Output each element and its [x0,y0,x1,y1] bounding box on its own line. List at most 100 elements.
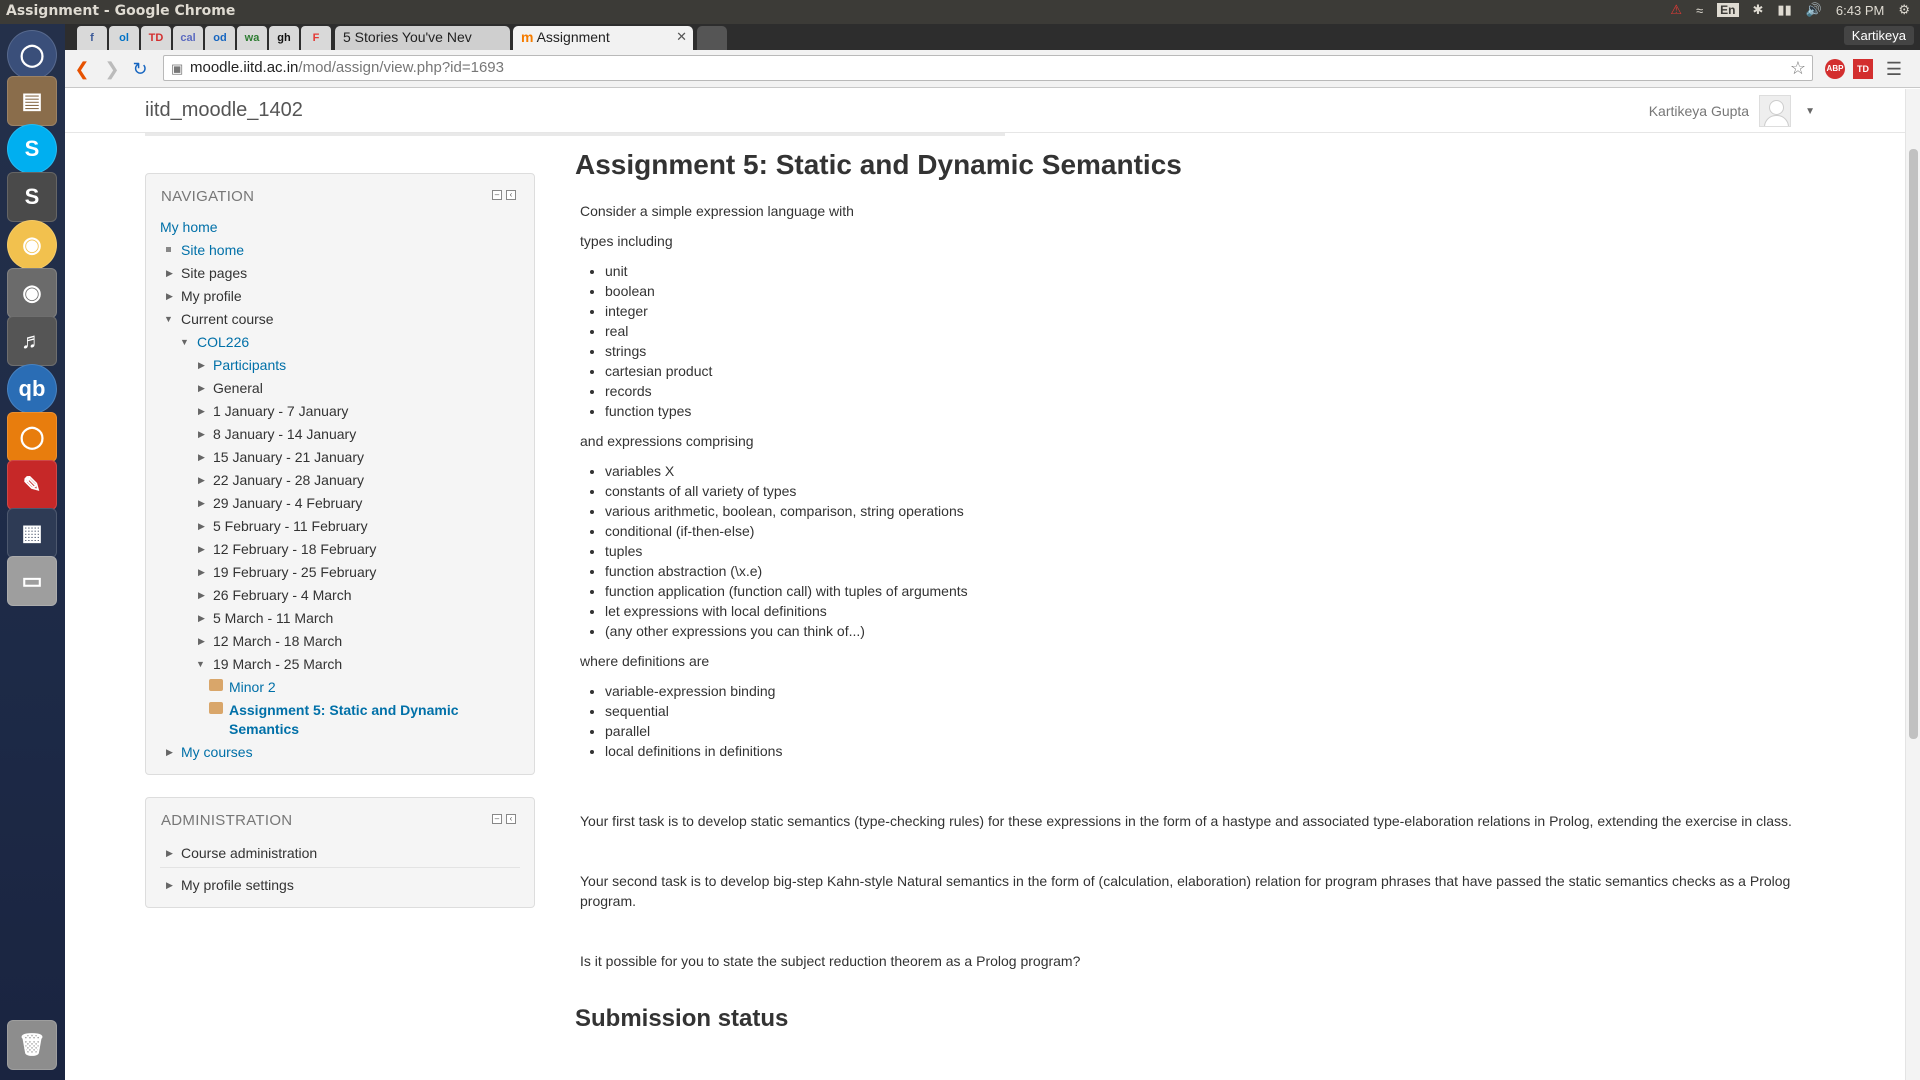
todoist-extension-icon[interactable]: TD [1853,59,1873,79]
address-bar[interactable]: ▣ moodle.iitd.ac.in/mod/assign/view.php?… [163,55,1813,81]
list-item: parallel [605,721,782,741]
back-icon[interactable]: ❮ [71,58,93,80]
nav-item-col226[interactable]: ▼ COL226 [146,331,534,354]
list-item: variables X [605,461,968,481]
unity-launcher: ◯ ▤ S S ◉ ◉ ♬ qb ◯ ✎ ▦ ▭ 🗑 [0,24,65,1080]
rhythmbox-icon[interactable]: ◉ [7,268,57,318]
battery-icon[interactable]: ▮▮ [1777,2,1791,18]
nav-item-assignment-5[interactable]: Assignment 5: Static and Dynamic Semanti… [146,699,534,741]
nav-item-minor-2[interactable]: Minor 2 [146,676,534,699]
minimize-icon[interactable]: – [492,814,502,824]
close-tab-icon[interactable]: ✕ [676,29,687,45]
question-paragraph: Is it possible for you to state the subj… [580,953,1081,969]
minimize-icon[interactable]: – [492,190,502,200]
page-info-icon[interactable]: ▣ [171,61,183,77]
scrollbar-thumb[interactable] [1909,149,1918,739]
page-scrollbar[interactable] [1905,89,1920,1080]
expand-arrow-icon: ▶ [166,291,173,301]
admin-item-my-profile-settings[interactable]: ▶ My profile settings [146,874,534,897]
nav-item-section[interactable]: ▶ 19 February - 25 February [146,561,534,584]
pinned-tab-outlook[interactable]: ol [109,26,139,50]
workspace-switcher-icon[interactable]: ▦ [7,508,57,558]
system-top-panel: Assignment - Google Chrome ⚠ ≈ En ✱ ▮▮ 🔊… [0,0,1920,24]
list-item: boolean [605,281,712,301]
adblock-icon[interactable]: ABP [1825,59,1845,79]
profile-badge[interactable]: Kartikeya [1843,26,1914,45]
warning-icon[interactable]: ⚠ [1670,2,1682,18]
bookmark-star-icon[interactable]: ☆ [1790,58,1806,79]
trash-icon[interactable]: 🗑 [7,1020,57,1070]
pinned-tab-onedrive[interactable]: od [205,26,235,50]
nav-item-participants[interactable]: ▶ Participants [146,354,534,377]
skype-icon[interactable]: S [7,124,57,174]
avatar[interactable] [1759,95,1792,127]
menu-icon[interactable]: ☰ [1883,58,1905,80]
nav-item-current-course[interactable]: ▼ Current course [146,308,534,331]
nav-label: Site home [181,242,245,258]
nav-item-section[interactable]: ▶ 12 February - 18 February [146,538,534,561]
tab-assignment[interactable]: m Assignment ✕ [513,26,693,50]
nav-item-section[interactable]: ▶ 26 February - 4 March [146,584,534,607]
nav-item-section[interactable]: ▶ 8 January - 14 January [146,423,534,446]
nav-item-my-courses[interactable]: ▶ My courses [146,741,534,764]
dock-icon[interactable]: ‹ [506,190,516,200]
nav-label: 12 February - 18 February [213,541,377,557]
nav-item-section[interactable]: ▶ 5 March - 11 March [146,607,534,630]
moodle-header: iitd_moodle_1402 Kartikeya Gupta ▼ [65,89,1905,133]
pinned-tab-github[interactable]: gh [269,26,299,50]
nav-item-section[interactable]: ▶ 12 March - 18 March [146,630,534,653]
nav-label: Assignment 5: Static and Dynamic Semanti… [229,702,459,737]
list-item: real [605,321,712,341]
tab-stories[interactable]: 5 Stories You've Nev [335,26,510,50]
nav-item-section[interactable]: ▶ 15 January - 21 January [146,446,534,469]
sublime-text-icon[interactable]: S [7,172,57,222]
bluetooth-icon[interactable]: ✱ [1753,2,1764,18]
block-title: ADMINISTRATION [161,812,293,829]
divider [160,867,520,868]
nav-item-site-pages[interactable]: ▶ Site pages [146,262,534,285]
qbittorrent-icon[interactable]: qb [7,364,57,414]
pinned-tab-todoist[interactable]: TD [141,26,171,50]
nav-item-my-profile[interactable]: ▶ My profile [146,285,534,308]
wifi-icon[interactable]: ≈ [1696,3,1703,18]
pinned-tab-flipboard[interactable]: F [301,26,331,50]
dock-icon[interactable]: ‹ [506,814,516,824]
nav-label: 19 February - 25 February [213,564,377,580]
nav-label: General [213,380,263,396]
disk-drive-icon[interactable]: ▭ [7,556,57,606]
definitions-list: variable-expression binding sequential p… [605,681,782,761]
volume-icon[interactable]: 🔊 [1806,2,1822,18]
pinned-tab-whatsapp[interactable]: wa [237,26,267,50]
keyboard-layout-indicator[interactable]: En [1717,3,1739,17]
site-name[interactable]: iitd_moodle_1402 [145,99,303,122]
nav-item-section[interactable]: ▶ 5 February - 11 February [146,515,534,538]
forward-icon[interactable]: ❯ [101,58,123,80]
list-item: strings [605,341,712,361]
nav-item-section-current-week[interactable]: ▼ 19 March - 25 March [146,653,534,676]
submission-status-heading: Submission status [575,1005,789,1032]
nav-item-section[interactable]: ▶ 22 January - 28 January [146,469,534,492]
chrome-icon[interactable]: ◉ [7,220,57,270]
chevron-down-icon[interactable]: ▼ [1805,106,1815,117]
clock[interactable]: 6:43 PM [1836,3,1884,18]
settings-gear-icon[interactable]: ⚙ [1898,2,1910,18]
pinned-tab-facebook[interactable]: f [77,26,107,50]
new-tab-button[interactable] [697,26,727,50]
admin-item-course-administration[interactable]: ▶ Course administration [146,842,534,865]
blender-icon[interactable]: ◯ [7,412,57,462]
nav-item-section[interactable]: ▶ 1 January - 7 January [146,400,534,423]
collapse-arrow-icon: ▼ [196,659,205,669]
speaker-app-icon[interactable]: ♬ [7,316,57,366]
files-icon[interactable]: ▤ [7,76,57,126]
nav-item-site-home[interactable]: Site home [146,239,534,262]
dash-home-icon[interactable]: ◯ [7,30,57,80]
reload-icon[interactable]: ↻ [129,58,151,80]
document-viewer-icon[interactable]: ✎ [7,460,57,510]
pinned-tab-calendar[interactable]: cal [173,26,203,50]
nav-item-section[interactable]: ▶ 29 January - 4 February [146,492,534,515]
nav-item-my-home[interactable]: My home [146,216,534,239]
nav-item-section[interactable]: ▶ General [146,377,534,400]
user-menu[interactable]: Kartikeya Gupta ▼ [1649,95,1815,127]
list-item: let expressions with local definitions [605,601,968,621]
types-list: unit boolean integer real strings cartes… [605,261,712,421]
